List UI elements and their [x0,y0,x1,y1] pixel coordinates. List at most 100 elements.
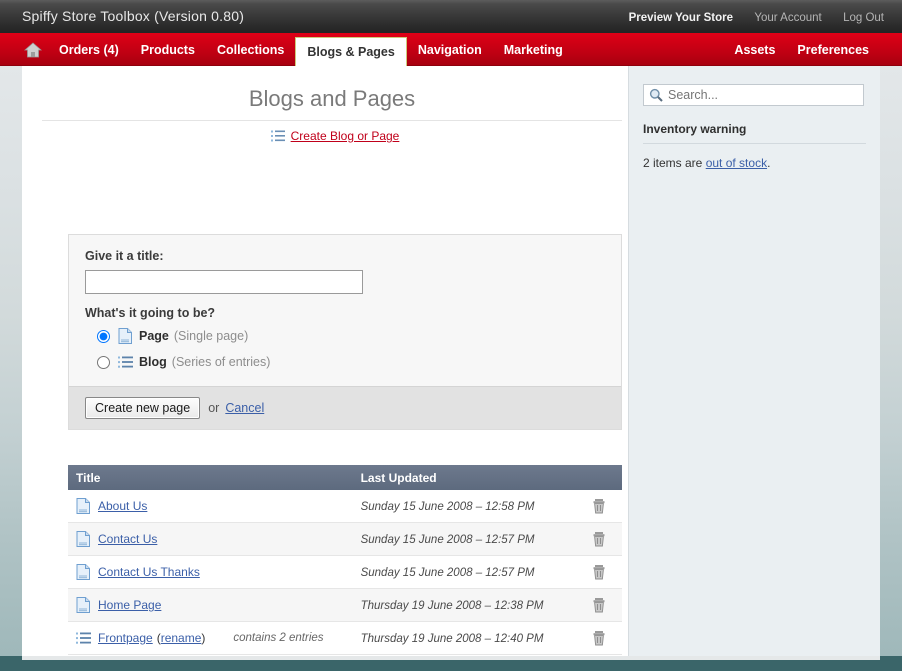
top-bar: Spiffy Store Toolbox (Version 0.80) Prev… [0,0,902,33]
nav-item-navigation[interactable]: Navigation [407,33,493,66]
table-row: Frontpage (rename) contains 2 entries Th… [68,621,622,655]
table-row: About Us Sunday 15 June 2008 – 12:58 PM [68,490,622,523]
list-icon [118,354,133,370]
content-frame: Blogs and Pages Create Blog or Page Give… [22,66,880,656]
trash-icon[interactable] [592,498,606,514]
pages-table-head: Title Last Updated [68,465,622,490]
account-links: Preview Your Store Your Account Log Out [611,10,884,24]
cell-title: About Us [68,490,353,523]
search-input[interactable] [643,84,864,106]
blog-link[interactable]: Frontpage [98,631,153,645]
cell-last-updated: Sunday 15 June 2008 – 12:57 PM [352,555,576,589]
nav-left-group: Orders (4) Products Collections Blogs & … [24,33,574,66]
page-link[interactable]: About Us [98,499,147,513]
row-title-group: Contact Us Thanks [76,564,345,580]
log-out-link[interactable]: Log Out [843,12,884,24]
nav-item-products[interactable]: Products [130,33,206,66]
create-blog-or-page-link[interactable]: Create Blog or Page [291,129,400,143]
main-nav-bar: Orders (4) Products Collections Blogs & … [0,33,902,66]
or-label: or [208,401,220,415]
pages-table: Title Last Updated About Us Sunday 15 Ju… [68,465,622,655]
row-title-group: About Us [76,498,345,514]
page-icon [118,328,133,344]
nav-item-marketing[interactable]: Marketing [493,33,574,66]
nav-item-collections[interactable]: Collections [206,33,295,66]
column-header-last-updated: Last Updated [352,465,576,490]
page-icon [76,564,91,580]
create-blog-or-page-row: Create Blog or Page [42,121,628,143]
nav-item-orders[interactable]: Orders (4) [48,33,130,66]
page-link[interactable]: Home Page [98,598,161,612]
inventory-warning-body: 2 items are out of stock. [643,156,866,170]
nav-home-button[interactable] [24,33,48,66]
radio-blog-desc: (Series of entries) [171,355,271,369]
radio-page-desc: (Single page) [173,329,249,343]
cell-delete [575,621,622,655]
list-icon [270,130,285,142]
entries-count-text: contains 2 entries [233,632,324,644]
app-window: Spiffy Store Toolbox (Version 0.80) Prev… [0,0,902,671]
trash-icon[interactable] [592,597,606,613]
right-edge-gradient [880,66,902,656]
radio-page-name: Page [139,329,169,343]
last-updated-text: Thursday 19 June 2008 – 12:38 PM [360,600,544,612]
radio-option-page[interactable]: Page (Single page) [97,328,605,344]
row-title-group: Contact Us [76,531,345,547]
cancel-link[interactable]: Cancel [225,401,264,415]
table-header-row: Title Last Updated [68,465,622,490]
last-updated-text: Sunday 15 June 2008 – 12:57 PM [360,534,535,546]
inventory-warning-heading: Inventory warning [643,122,866,144]
radio-option-blog[interactable]: Blog (Series of entries) [97,354,605,370]
home-icon [24,41,42,58]
trash-icon[interactable] [592,531,606,547]
nav-item-assets[interactable]: Assets [723,33,786,66]
pages-table-body: About Us Sunday 15 June 2008 – 12:58 PM [68,490,622,655]
nav-item-blogs-and-pages[interactable]: Blogs & Pages [295,37,407,66]
page-title: Blogs and Pages [42,66,622,121]
table-row: Contact Us Sunday 15 June 2008 – 12:57 P… [68,522,622,556]
pages-table-wrapper: Title Last Updated About Us Sunday 15 Ju… [68,465,622,655]
left-edge-gradient [0,66,22,656]
type-field-label: What's it going to be? [85,306,216,320]
title-input[interactable] [85,270,363,294]
title-field-label: Give it a title: [85,249,164,263]
cell-delete [575,588,622,622]
create-new-page-button[interactable]: Create new page [85,397,201,419]
trash-icon[interactable] [592,630,606,646]
warning-suffix-text: . [767,156,771,170]
out-of-stock-link[interactable]: out of stock [706,156,767,170]
cell-title: Contact Us Thanks [68,555,353,589]
trash-icon[interactable] [592,564,606,580]
your-account-link[interactable]: Your Account [754,12,821,24]
row-title-group: Frontpage (rename) contains 2 entries [76,630,345,646]
page-icon [76,597,91,613]
rename-link[interactable]: rename [161,631,202,645]
search-box [643,84,864,106]
nav-item-preferences[interactable]: Preferences [786,33,880,66]
cell-last-updated: Sunday 15 June 2008 – 12:57 PM [352,522,576,556]
table-row: Contact Us Thanks Sunday 15 June 2008 – … [68,555,622,589]
cell-title: Contact Us [68,522,353,556]
radio-page[interactable] [97,329,110,343]
page-link[interactable]: Contact Us Thanks [98,565,200,579]
preview-store-link[interactable]: Preview Your Store [629,12,733,24]
magnifier-icon [649,88,663,102]
rename-close-paren: ) [201,631,206,645]
page-icon [76,531,91,547]
radio-blog-name: Blog [139,355,167,369]
radio-blog[interactable] [97,355,110,369]
create-form-body: Give it a title: What's it going to be? [69,235,621,386]
app-title: Spiffy Store Toolbox (Version 0.80) [22,8,245,24]
cell-delete [575,555,622,589]
column-header-title: Title [68,465,353,490]
page-link[interactable]: Contact Us [98,532,157,546]
cell-last-updated: Sunday 15 June 2008 – 12:58 PM [352,490,576,523]
create-form-footer: Create new page or Cancel [69,386,621,429]
create-form-panel: Give it a title: What's it going to be? [68,234,622,430]
last-updated-text: Sunday 15 June 2008 – 12:57 PM [360,567,535,579]
right-sidebar: Inventory warning 2 items are out of sto… [628,66,880,656]
cell-delete [575,490,622,523]
cell-last-updated: Thursday 19 June 2008 – 12:40 PM [352,621,576,655]
last-updated-text: Sunday 15 June 2008 – 12:58 PM [360,501,535,513]
page-icon [76,498,91,514]
